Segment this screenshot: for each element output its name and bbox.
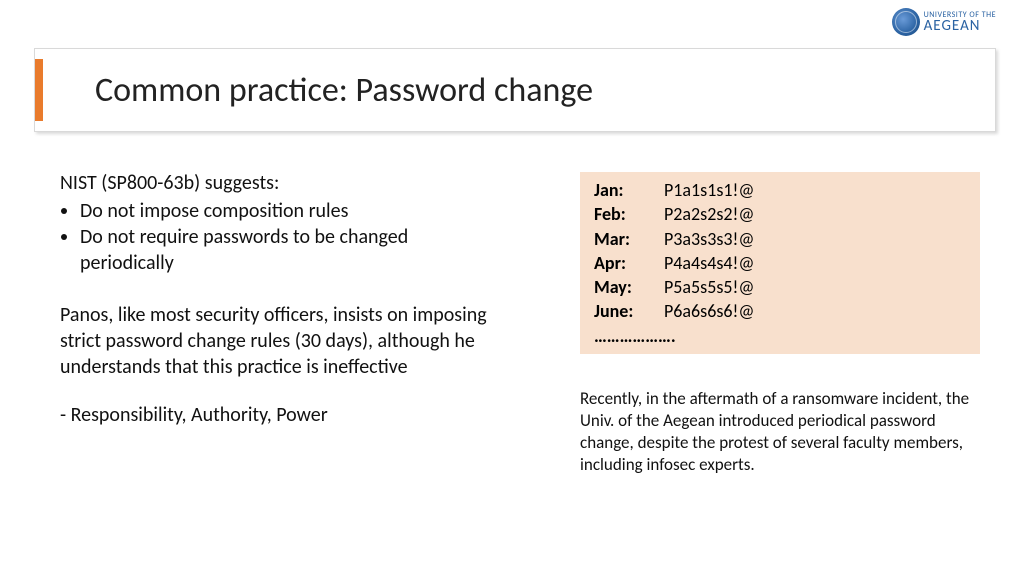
nist-bullets: Do not impose composition rules Do not r…	[80, 198, 500, 276]
slide-title: Common practice: Password change	[95, 70, 593, 111]
panos-paragraph: Panos, like most security officers, insi…	[60, 302, 500, 380]
password-row: Jan: P1a1s1s1!@	[594, 178, 970, 202]
aftermath-note: Recently, in the aftermath of a ransomwa…	[580, 388, 980, 476]
bullet-item: Do not require passwords to be changed p…	[80, 224, 500, 276]
password-value: P1a1s1s1!@	[664, 178, 754, 202]
university-logo: UNIVERSITY OF THE AEGEAN	[892, 8, 996, 36]
password-month: Feb:	[594, 202, 664, 226]
password-value: P6a6s6s6!@	[664, 299, 754, 323]
left-column: NIST (SP800-63b) suggests: Do not impose…	[60, 170, 500, 428]
password-row: Apr: P4a4s4s4!@	[594, 251, 970, 275]
title-box: Common practice: Password change	[34, 48, 996, 132]
nist-intro: NIST (SP800-63b) suggests:	[60, 170, 500, 196]
password-ellipsis: ……………….	[594, 324, 970, 348]
footer-line: - Responsibility, Authority, Power	[60, 402, 500, 428]
password-examples-box: Jan: P1a1s1s1!@ Feb: P2a2s2s2!@ Mar: P3a…	[580, 172, 980, 354]
logo-text: UNIVERSITY OF THE AEGEAN	[924, 11, 996, 34]
password-row: Feb: P2a2s2s2!@	[594, 202, 970, 226]
password-row: Mar: P3a3s3s3!@	[594, 227, 970, 251]
bullet-item: Do not impose composition rules	[80, 198, 500, 224]
password-row: May: P5a5s5s5!@	[594, 275, 970, 299]
password-value: P5a5s5s5!@	[664, 275, 754, 299]
password-value: P3a3s3s3!@	[664, 227, 754, 251]
password-month: June:	[594, 299, 664, 323]
password-value: P4a4s4s4!@	[664, 251, 754, 275]
password-month: Jan:	[594, 178, 664, 202]
password-month: Mar:	[594, 227, 664, 251]
logo-seal-icon	[892, 8, 920, 36]
password-row: June: P6a6s6s6!@	[594, 299, 970, 323]
logo-line2: AEGEAN	[924, 19, 996, 34]
password-month: May:	[594, 275, 664, 299]
title-accent-bar	[35, 59, 43, 121]
password-value: P2a2s2s2!@	[664, 202, 754, 226]
password-month: Apr:	[594, 251, 664, 275]
slide: UNIVERSITY OF THE AEGEAN Common practice…	[0, 0, 1024, 576]
